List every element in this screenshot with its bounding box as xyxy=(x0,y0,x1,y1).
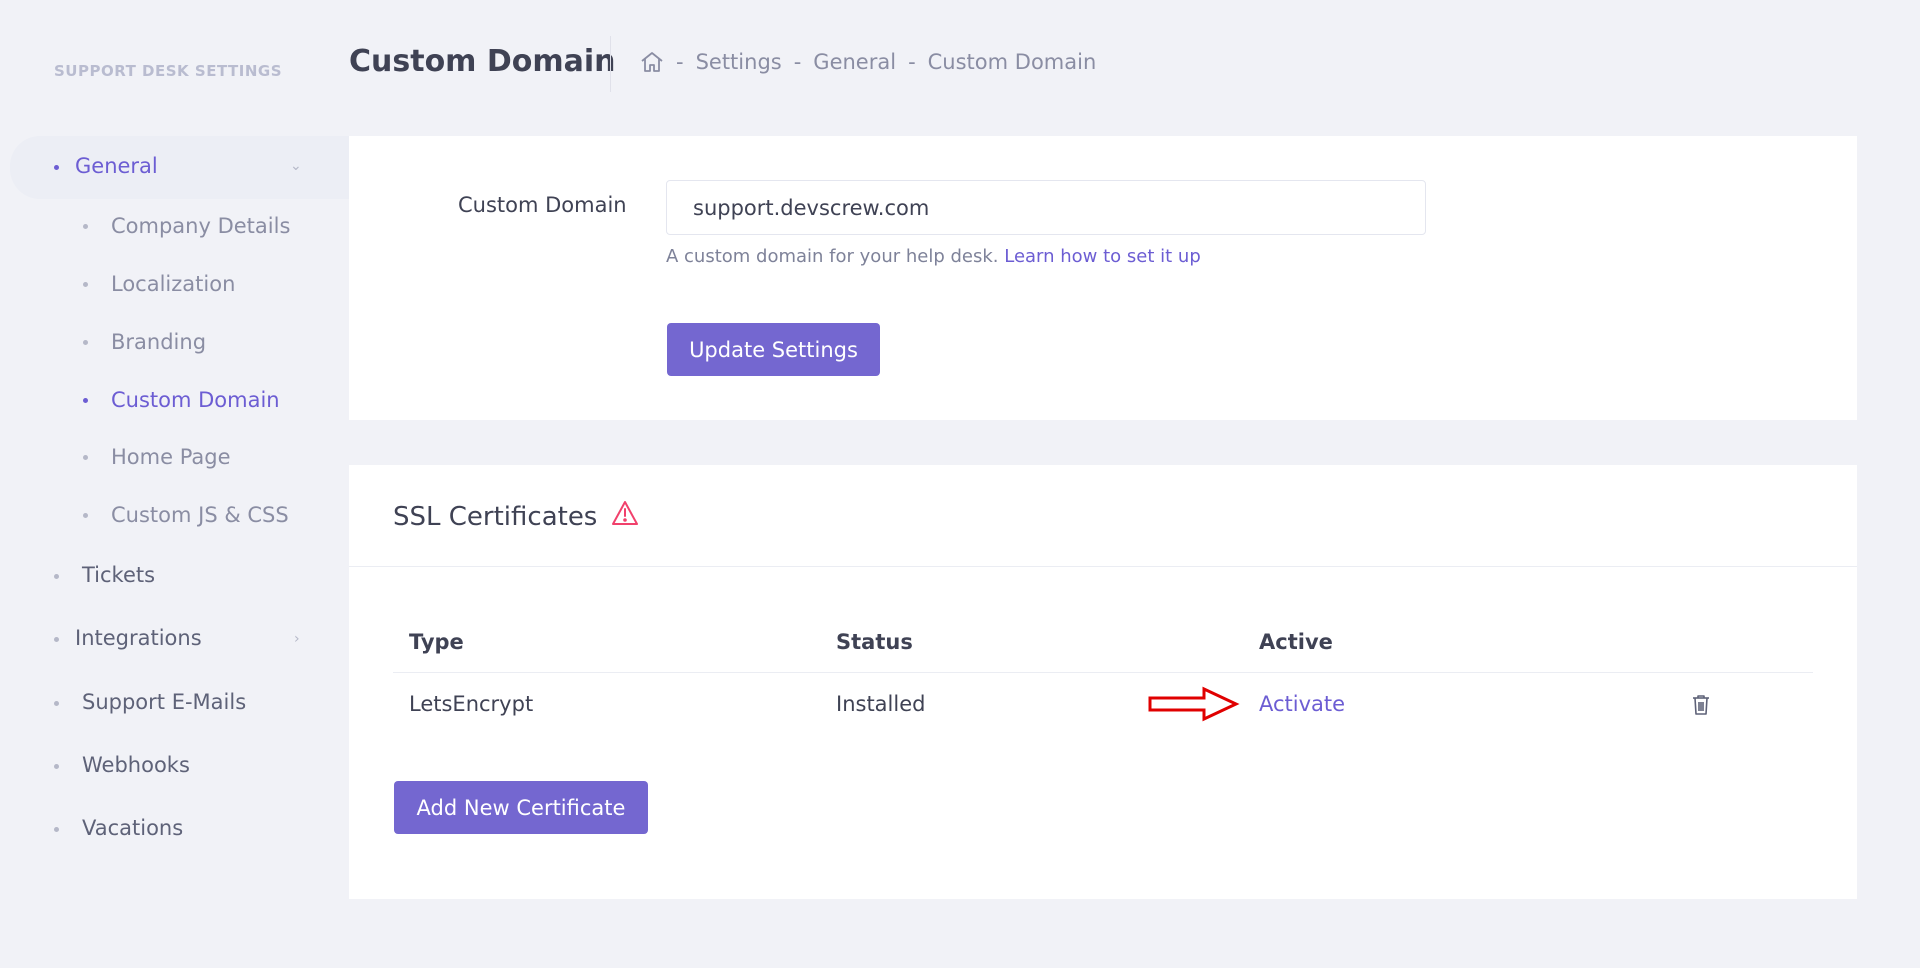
chevron-right-icon: › xyxy=(294,631,300,647)
bullet-icon xyxy=(83,455,88,460)
arrow-right-icon xyxy=(1148,686,1240,726)
column-header-type: Type xyxy=(409,630,464,654)
sidebar-item-label: Localization xyxy=(111,272,236,296)
bullet-icon xyxy=(83,340,88,345)
bullet-icon xyxy=(83,224,88,229)
breadcrumb-item-settings[interactable]: Settings xyxy=(696,50,782,74)
bullet-icon xyxy=(83,398,88,403)
bullet-icon xyxy=(54,701,59,706)
breadcrumb-item-general[interactable]: General xyxy=(813,50,896,74)
learn-more-link[interactable]: Learn how to set it up xyxy=(1004,246,1201,267)
breadcrumb-separator: - xyxy=(676,50,684,74)
bullet-icon xyxy=(54,827,59,832)
bullet-icon xyxy=(83,513,88,518)
home-icon[interactable] xyxy=(640,51,664,73)
header-divider xyxy=(610,36,611,92)
column-header-active: Active xyxy=(1259,630,1333,654)
column-header-status: Status xyxy=(836,630,913,654)
card-divider xyxy=(349,566,1857,567)
table-header-line xyxy=(393,672,1813,673)
custom-domain-input[interactable] xyxy=(666,180,1426,235)
ssl-card-title: SSL Certificates xyxy=(393,501,598,532)
warning-icon xyxy=(611,500,639,533)
add-new-certificate-button[interactable]: Add New Certificate xyxy=(394,781,648,834)
sidebar-item-custom-domain[interactable]: Custom Domain xyxy=(0,376,349,426)
page-title: Custom Domain xyxy=(349,44,616,79)
sidebar-item-vacations[interactable]: Vacations xyxy=(0,804,349,854)
sidebar-item-home-page[interactable]: Home Page xyxy=(0,433,349,483)
bullet-icon xyxy=(83,282,88,287)
bullet-icon xyxy=(54,165,59,170)
sidebar-item-label: Vacations xyxy=(82,816,184,840)
sidebar-item-label: Custom JS & CSS xyxy=(111,503,289,527)
cell-type: LetsEncrypt xyxy=(409,692,534,716)
breadcrumb: - Settings - General - Custom Domain xyxy=(640,50,1096,74)
sidebar-item-label: Branding xyxy=(111,330,207,354)
sidebar-item-general[interactable]: General ⌄ xyxy=(10,136,349,199)
activate-link[interactable]: Activate xyxy=(1259,692,1345,716)
sidebar-item-tickets[interactable]: Tickets xyxy=(0,551,349,601)
chevron-down-icon: ⌄ xyxy=(290,158,302,174)
trash-icon[interactable] xyxy=(1691,694,1711,720)
sidebar-item-label: Home Page xyxy=(111,445,231,469)
bullet-icon xyxy=(54,574,59,579)
sidebar-item-localization[interactable]: Localization xyxy=(0,260,349,310)
sidebar-item-label: Company Details xyxy=(111,214,291,238)
sidebar-item-support-emails[interactable]: Support E-Mails xyxy=(0,678,349,728)
hint-text: A custom domain for your help desk. xyxy=(666,246,999,267)
cell-status: Installed xyxy=(836,692,926,716)
ssl-card-header: SSL Certificates xyxy=(393,500,639,533)
custom-domain-card xyxy=(349,136,1857,420)
sidebar-item-webhooks[interactable]: Webhooks xyxy=(0,741,349,791)
bullet-icon xyxy=(54,764,59,769)
sidebar-item-label: Support E-Mails xyxy=(82,690,247,714)
sidebar-item-label: Webhooks xyxy=(82,753,190,777)
sidebar-title: SUPPORT DESK SETTINGS xyxy=(54,62,283,80)
sidebar-item-custom-js-css[interactable]: Custom JS & CSS xyxy=(0,491,349,541)
sidebar-item-company-details[interactable]: Company Details xyxy=(0,202,349,252)
breadcrumb-separator: - xyxy=(908,50,916,74)
bullet-icon xyxy=(54,637,59,642)
update-settings-button[interactable]: Update Settings xyxy=(667,323,880,376)
sidebar-item-label: Tickets xyxy=(82,563,156,587)
custom-domain-hint: A custom domain for your help desk. Lear… xyxy=(666,246,1201,267)
sidebar-item-integrations[interactable]: Integrations › xyxy=(0,614,349,664)
breadcrumb-separator: - xyxy=(793,50,802,74)
sidebar-item-label: General xyxy=(75,154,158,178)
sidebar-item-label: Integrations xyxy=(75,626,202,650)
sidebar-item-branding[interactable]: Branding xyxy=(0,318,349,368)
sidebar-item-label: Custom Domain xyxy=(111,388,280,412)
breadcrumb-item-custom-domain: Custom Domain xyxy=(927,50,1097,74)
custom-domain-label: Custom Domain xyxy=(458,193,627,217)
